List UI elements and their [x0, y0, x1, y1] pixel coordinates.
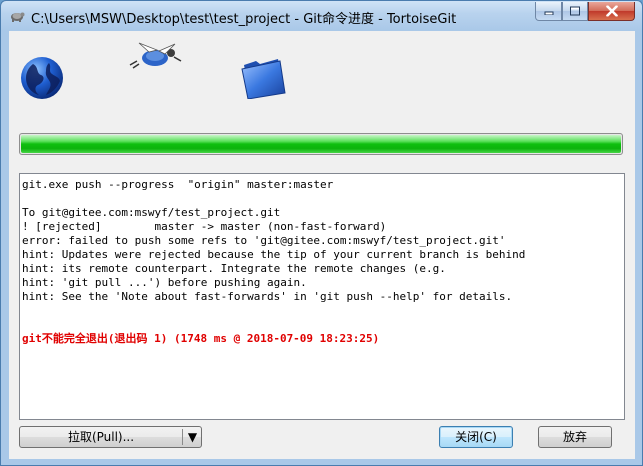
log-error-line: git不能完全退出(退出码 1) (1748 ms @ 2018-07-09 1… — [22, 332, 380, 345]
progress-bar — [19, 133, 623, 155]
globe-icon — [21, 57, 63, 99]
log-line: git.exe push --progress "origin" master:… — [22, 178, 334, 191]
tortoisegit-progress-window: C:\Users\MSW\Desktop\test\test_project -… — [0, 0, 643, 466]
log-line: error: failed to push some refs to 'git@… — [22, 234, 506, 247]
minimize-button[interactable] — [535, 2, 562, 21]
pull-split-button[interactable]: 拉取(Pull)... ▼ — [19, 426, 202, 448]
folder-icon — [241, 59, 286, 99]
close-icon — [605, 5, 618, 17]
dropdown-arrow-icon[interactable]: ▼ — [184, 427, 201, 447]
minimize-icon — [544, 11, 553, 15]
log-line: To git@gitee.com:mswyf/test_project.git — [22, 206, 281, 219]
dialog-body: git.exe push --progress "origin" master:… — [9, 31, 635, 459]
close-button[interactable]: 关闭(C) — [439, 426, 513, 448]
progress-bar-fill — [21, 135, 621, 153]
title-bar[interactable]: C:\Users\MSW\Desktop\test\test_project -… — [1, 1, 642, 31]
log-line: ! [rejected] master -> master (non-fast-… — [22, 220, 387, 233]
pull-button-label: 拉取(Pull)... — [67, 430, 135, 444]
flying-turtle-icon — [129, 42, 182, 69]
log-output[interactable]: git.exe push --progress "origin" master:… — [19, 173, 625, 420]
log-line: hint: its remote counterpart. Integrate … — [22, 262, 446, 275]
maximize-button[interactable] — [562, 2, 588, 21]
tortoisegit-icon — [11, 12, 25, 22]
log-line: hint: Updates were rejected because the … — [22, 248, 526, 261]
log-line: hint: See the 'Note about fast-forwards'… — [22, 290, 513, 303]
abort-button[interactable]: 放弃 — [538, 426, 612, 448]
split-divider — [182, 429, 183, 445]
window-title: C:\Users\MSW\Desktop\test\test_project -… — [31, 12, 457, 27]
maximize-icon — [570, 6, 580, 16]
close-window-button[interactable] — [588, 2, 635, 21]
log-line: hint: 'git pull ...') before pushing aga… — [22, 276, 307, 289]
